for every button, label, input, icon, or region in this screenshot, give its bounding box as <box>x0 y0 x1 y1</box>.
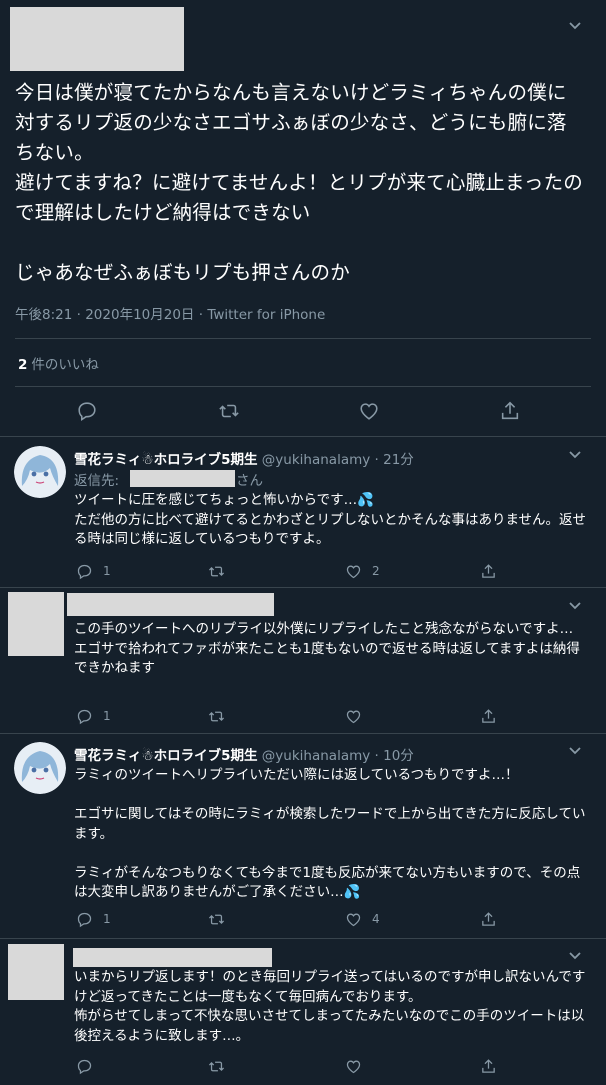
avatar-lamy[interactable] <box>14 446 66 498</box>
tweet-date[interactable]: 2020年10月20日 <box>85 307 194 323</box>
redacted-avatar[interactable] <box>8 944 64 1000</box>
reply-action-retweet[interactable] <box>208 707 235 725</box>
reply-author-line: 雪花ラミィ☃ホロライブ5期生 @yukihanalamy · 10分 <box>74 744 414 764</box>
meta-separator: · <box>370 748 384 764</box>
redacted-reply-to-user[interactable] <box>130 470 235 487</box>
reply-author-line: 雪花ラミィ☃ホロライブ5期生 @yukihanalamy · 21分 <box>74 448 414 468</box>
reply-text: ラミィのツイートへリプライいただい際には返しているつもりですよ…！ エゴサに関し… <box>74 767 586 900</box>
like-count: 4 <box>372 912 380 926</box>
reply-action-like[interactable] <box>345 707 372 725</box>
reply-action-retweet[interactable] <box>208 1057 235 1075</box>
share-icon[interactable] <box>499 400 521 422</box>
like-count: 2 <box>372 564 380 578</box>
reply-icon[interactable] <box>76 400 98 422</box>
reply-action-reply[interactable]: 1 <box>76 707 111 725</box>
avatar-lamy[interactable] <box>14 742 66 794</box>
reply-to-line: 返信先: さん <box>74 469 263 489</box>
reply-menu-chevron-icon[interactable] <box>568 450 582 460</box>
meta-separator: · <box>370 452 384 468</box>
reply-time[interactable]: 21分 <box>383 452 414 468</box>
main-tweet-text: 今日は僕が寝てたからなんも言えないけどラミィちゃんの僕に対するリプ返の少なさエゴ… <box>15 81 583 284</box>
reply-action-share[interactable] <box>480 562 507 580</box>
like-heart-icon[interactable] <box>358 400 380 422</box>
divider <box>0 587 606 588</box>
reply-action-share[interactable] <box>480 707 507 725</box>
reply-author-name[interactable]: 雪花ラミィ☃ホロライブ5期生 <box>74 748 258 764</box>
redacted-author-name[interactable] <box>73 948 272 967</box>
reply-menu-chevron-icon[interactable] <box>568 951 582 961</box>
reply-action-reply[interactable] <box>76 1057 103 1075</box>
likes-label: 件のいいね <box>31 357 99 373</box>
tweet-meta: 午後8:21 · 2020年10月20日 · Twitter for iPhon… <box>15 303 325 323</box>
reply-text: この手のツイートへのリプライ以外僕にリプライしたこと残念ながらないですよ… エゴ… <box>74 621 580 676</box>
reply-count: 1 <box>103 912 111 926</box>
redacted-author-block <box>10 7 184 71</box>
divider <box>15 338 591 339</box>
redacted-author-name[interactable] <box>67 593 274 616</box>
reply-menu-chevron-icon[interactable] <box>568 601 582 611</box>
divider <box>0 938 606 939</box>
reply-action-like[interactable]: 4 <box>345 910 380 928</box>
divider <box>0 436 606 437</box>
reply-action-share[interactable] <box>480 1057 507 1075</box>
reply-menu-chevron-icon[interactable] <box>568 746 582 756</box>
reply-count: 1 <box>103 709 111 723</box>
likes-count-link[interactable]: 2 件のいいね <box>18 353 99 373</box>
reply-text: いまからリプ返します！のとき毎回リプライ送ってはいるのですが申し訳ないんですけど… <box>74 969 586 1044</box>
reply-to-suffix: さん <box>236 473 263 489</box>
tweet-time[interactable]: 午後8:21 <box>15 307 72 323</box>
meta-separator: · <box>76 307 86 323</box>
redacted-avatar[interactable] <box>8 592 64 656</box>
reply-text: ツイートに圧を感じてちょっと怖いからです…💦 ただ他の方に比べて避けてるとかわざ… <box>74 492 587 547</box>
reply-action-like[interactable]: 2 <box>345 562 380 580</box>
divider <box>0 733 606 734</box>
tweet-menu-chevron-icon[interactable] <box>568 21 582 31</box>
reply-action-share[interactable] <box>480 910 507 928</box>
reply-author-handle[interactable]: @yukihanalamy <box>262 452 370 468</box>
likes-count: 2 <box>18 357 28 373</box>
reply-action-retweet[interactable] <box>208 910 235 928</box>
retweet-icon[interactable] <box>218 400 240 422</box>
reply-to-label: 返信先: <box>74 473 120 489</box>
reply-action-like[interactable] <box>345 1057 372 1075</box>
reply-action-retweet[interactable] <box>208 562 235 580</box>
reply-action-reply[interactable]: 1 <box>76 562 111 580</box>
reply-author-handle[interactable]: @yukihanalamy <box>262 748 370 764</box>
reply-author-name[interactable]: 雪花ラミィ☃ホロライブ5期生 <box>74 452 258 468</box>
divider <box>15 386 591 387</box>
tweet-source[interactable]: Twitter for iPhone <box>207 307 325 323</box>
reply-count: 1 <box>103 564 111 578</box>
reply-action-reply[interactable]: 1 <box>76 910 111 928</box>
reply-time[interactable]: 10分 <box>383 748 414 764</box>
